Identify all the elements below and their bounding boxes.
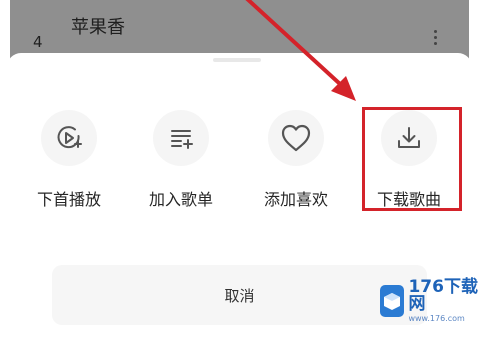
- heart-icon: [268, 110, 324, 166]
- background-edge-right: [469, 0, 479, 66]
- action-add-to-playlist[interactable]: 加入歌单: [133, 110, 229, 220]
- action-label: 添加喜欢: [263, 190, 328, 209]
- action-label: 加入歌单: [148, 190, 213, 209]
- watermark-text: 176下载网: [408, 277, 478, 314]
- add-to-playlist-icon: [153, 110, 209, 166]
- watermark-logo-icon: [380, 285, 405, 317]
- background-song-title: 苹果香: [71, 17, 125, 38]
- sheet-drag-handle[interactable]: [213, 58, 261, 62]
- cancel-button[interactable]: 取消: [52, 265, 427, 325]
- action-add-favorite[interactable]: 添加喜欢: [248, 110, 344, 220]
- action-play-next[interactable]: 下首播放: [21, 110, 117, 220]
- play-next-icon: [41, 110, 97, 166]
- site-watermark: 176下载网 www.176.com: [380, 279, 479, 323]
- action-label: 下首播放: [36, 190, 101, 209]
- background-track-number: 4: [33, 33, 43, 51]
- more-options-icon: [434, 30, 438, 45]
- download-highlight-box: [362, 107, 462, 211]
- background-edge-left: [0, 0, 10, 66]
- watermark-url: www.176.com: [408, 314, 465, 323]
